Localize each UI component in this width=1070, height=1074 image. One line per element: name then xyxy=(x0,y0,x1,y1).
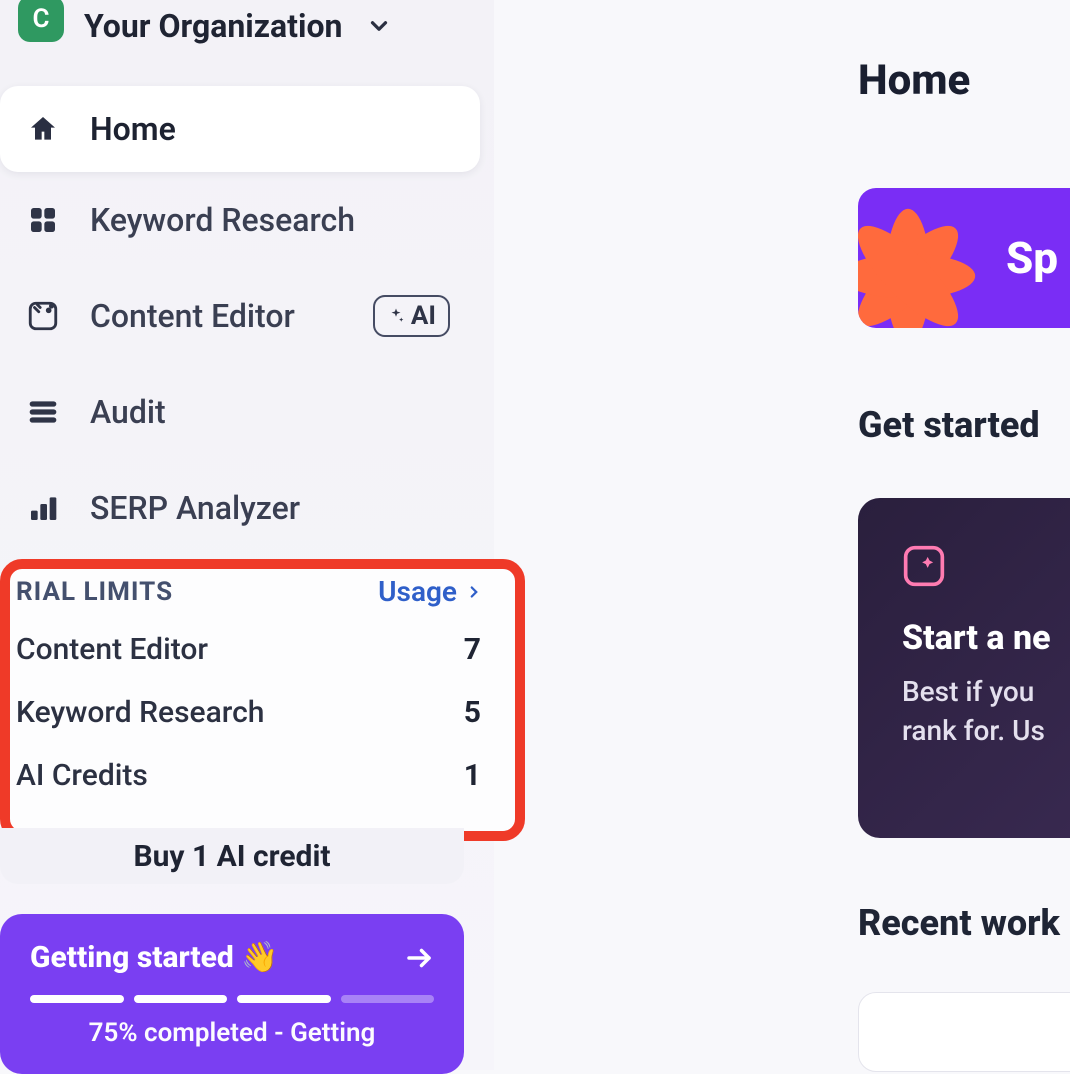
chevron-down-icon xyxy=(366,13,392,39)
nav-content-editor[interactable]: Content Editor AI xyxy=(0,268,494,364)
usage-link-text: Usage xyxy=(378,575,457,608)
nav-serp-analyzer[interactable]: SERP Analyzer xyxy=(0,460,494,556)
progress-segment xyxy=(134,995,228,1003)
nav-home-label: Home xyxy=(90,110,176,148)
nav-keyword-research[interactable]: Keyword Research xyxy=(0,172,494,268)
trial-limits-title: RIAL LIMITS xyxy=(16,577,173,607)
sparkle-icon xyxy=(387,307,405,325)
getting-started-title: Getting started 👋 xyxy=(30,940,279,975)
recent-work-card[interactable] xyxy=(858,992,1070,1072)
main-content: Home xyxy=(858,56,1070,105)
limit-label: AI Credits xyxy=(16,758,148,793)
nav-audit[interactable]: Audit xyxy=(0,364,494,460)
usage-link[interactable]: Usage xyxy=(378,575,483,608)
limit-label: Content Editor xyxy=(16,632,208,667)
getting-started-progress-text: 75% completed - Getting xyxy=(30,1017,434,1051)
sparkle-editor-icon xyxy=(902,544,946,588)
home-icon xyxy=(26,113,60,145)
start-card-title: Start a ne xyxy=(902,618,1070,658)
get-started-heading: Get started xyxy=(858,404,1040,446)
progress-segment xyxy=(341,995,435,1003)
start-article-card[interactable]: Start a ne Best if you rank for. Us xyxy=(858,498,1070,838)
nav-audit-label: Audit xyxy=(90,393,166,431)
start-card-desc-1: Best if you xyxy=(902,672,1070,711)
progress-segment xyxy=(30,995,124,1003)
trial-limits-panel: RIAL LIMITS Usage Content Editor 7 Keywo… xyxy=(0,559,525,841)
flower-icon xyxy=(858,196,988,328)
org-avatar: C xyxy=(18,0,64,42)
promo-banner[interactable]: Sp xyxy=(858,188,1070,328)
limit-label: Keyword Research xyxy=(16,695,264,730)
audit-icon xyxy=(26,398,60,426)
org-selector[interactable]: C Your Organization xyxy=(0,0,494,52)
page-title: Home xyxy=(858,56,1070,105)
nav-serp-analyzer-label: SERP Analyzer xyxy=(90,489,300,527)
recent-work-heading: Recent work xyxy=(858,902,1060,944)
content-editor-icon xyxy=(26,299,60,333)
bar-chart-icon xyxy=(26,492,60,524)
limit-value: 5 xyxy=(464,695,481,730)
getting-started-card[interactable]: Getting started 👋 75% completed - Gettin… xyxy=(0,914,464,1074)
ai-badge-text: AI xyxy=(411,301,436,331)
nav-home[interactable]: Home xyxy=(0,86,480,172)
arrow-right-icon xyxy=(404,943,434,973)
progress-bar xyxy=(30,995,434,1003)
limit-value: 7 xyxy=(464,632,481,667)
org-name: Your Organization xyxy=(84,7,342,45)
nav: Home Keyword Research Content Editor AI … xyxy=(0,86,494,556)
limit-row-ai-credits: AI Credits 1 xyxy=(16,744,497,807)
promo-text: Sp xyxy=(1006,232,1058,284)
chevron-right-icon xyxy=(465,583,483,601)
buy-ai-credit-button[interactable]: Buy 1 AI credit xyxy=(0,828,464,884)
progress-segment xyxy=(237,995,331,1003)
nav-keyword-research-label: Keyword Research xyxy=(90,201,355,239)
start-card-desc-2: rank for. Us xyxy=(902,711,1070,750)
limit-value: 1 xyxy=(464,758,481,793)
sidebar: C Your Organization Home Keyword Researc… xyxy=(0,0,494,1070)
buy-ai-credit-label: Buy 1 AI credit xyxy=(133,839,330,874)
limit-row-content-editor: Content Editor 7 xyxy=(16,618,497,681)
nav-content-editor-label: Content Editor xyxy=(90,297,295,335)
ai-badge: AI xyxy=(373,295,450,337)
grid-icon xyxy=(26,204,60,236)
limit-row-keyword-research: Keyword Research 5 xyxy=(16,681,497,744)
